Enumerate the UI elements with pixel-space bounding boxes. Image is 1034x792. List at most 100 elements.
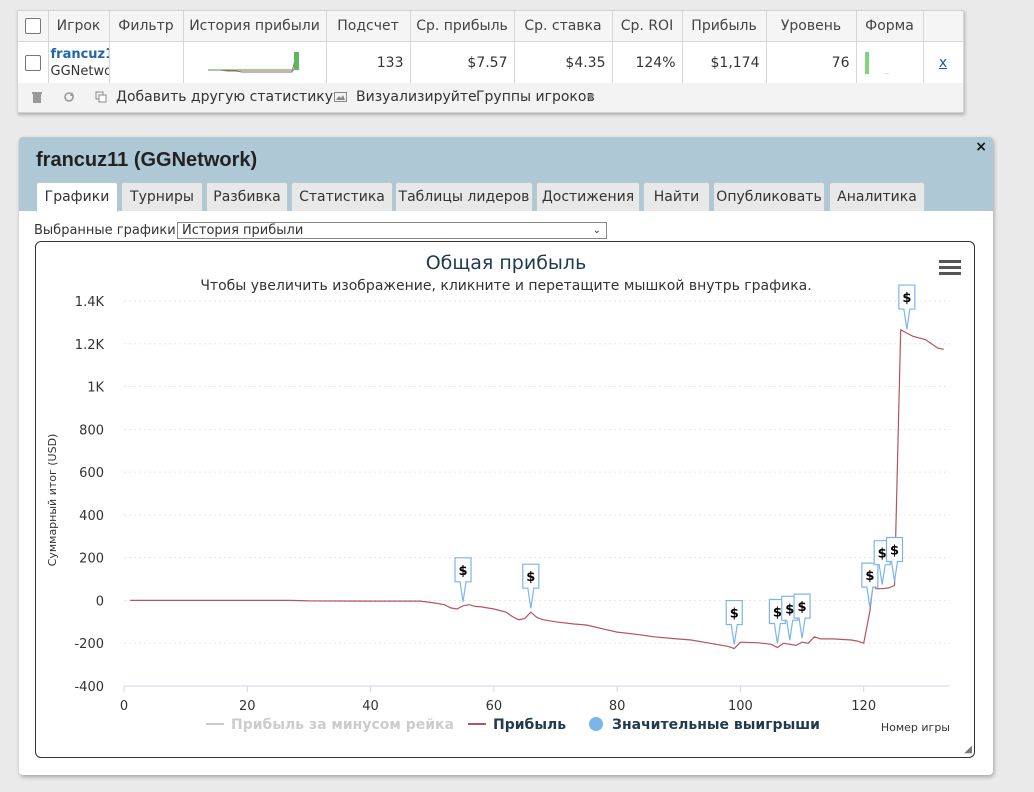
select-all-checkbox[interactable]: [24, 18, 41, 34]
big-win-label: $: [459, 564, 468, 579]
player-cell[interactable]: francuz11 GGNetwork: [48, 41, 110, 85]
big-win-label: $: [890, 543, 899, 558]
grid-lines: [124, 300, 950, 644]
remove-player-link[interactable]: x: [939, 55, 947, 71]
tab-publish[interactable]: Опубликовать: [713, 182, 825, 211]
big-win-label: $: [785, 602, 794, 617]
legend: Прибыль за минусом рейка Прибыль Значите…: [206, 717, 820, 733]
col-header-profit[interactable]: Прибыль: [682, 11, 767, 42]
sparkline-svg: [207, 52, 299, 73]
tab-achievements[interactable]: Достижения: [536, 182, 640, 211]
chart-menu-bar: [939, 272, 961, 275]
big-win-marker[interactable]: $: [793, 593, 811, 639]
legend-profit-label[interactable]: Прибыль: [493, 717, 566, 733]
y-tick-label: 1K: [87, 381, 104, 396]
avg-stake-cell: $4.35: [514, 41, 613, 85]
big-win-marker[interactable]: $: [898, 284, 916, 330]
player-groups-dropdown[interactable]: Группы игроков: [476, 89, 595, 105]
chart-menu-icon[interactable]: [939, 260, 961, 275]
x-tick-label: 120: [851, 699, 876, 714]
resize-grip-icon[interactable]: ◢: [964, 744, 972, 755]
x-axis-ticks: 0 20 40 60 80 100 120: [120, 686, 876, 714]
avg-profit-cell: $7.57: [410, 41, 515, 85]
legend-big-wins-label[interactable]: Значительные выигрыши: [612, 717, 820, 733]
x-tick-label: 80: [609, 699, 626, 714]
tab-find[interactable]: Найти: [643, 182, 710, 211]
sparkline-line: [207, 53, 296, 73]
big-win-marker[interactable]: $: [454, 557, 472, 602]
profit-cell: $1,174: [682, 41, 767, 85]
tab-graphs[interactable]: Графики: [36, 182, 118, 212]
col-header-count[interactable]: Подсчет: [326, 11, 411, 42]
big-win-label: $: [798, 600, 807, 615]
form-cell: [856, 41, 924, 85]
x-tick-label: 40: [362, 699, 379, 714]
big-win-marker[interactable]: $: [725, 599, 743, 645]
sparkline-win-bar: [293, 52, 299, 70]
tab-analytics[interactable]: Аналитика: [829, 182, 925, 211]
chart-container[interactable]: Общая прибыль Чтобы увеличить изображени…: [35, 241, 975, 758]
y-tick-label: 800: [79, 423, 104, 438]
big-win-label: $: [773, 606, 782, 621]
form-chart: [864, 52, 889, 74]
graph-select-label: Выбранные графики:: [34, 223, 181, 238]
x-tick-label: 20: [239, 699, 256, 714]
y-axis-title: Суммарный итог (USD): [46, 434, 59, 567]
tab-tournaments[interactable]: Турниры: [121, 182, 203, 211]
remove-cell[interactable]: x: [923, 41, 964, 85]
stats-table: Игрок Фильтр История прибыли Подсчет Ср.…: [18, 11, 964, 85]
y-tick-label: 400: [79, 509, 104, 524]
chevron-down-icon[interactable]: ▼: [587, 92, 599, 104]
legend-big-wins-swatch: [589, 717, 603, 731]
chevron-down-icon: ⌄: [592, 225, 601, 236]
x-tick-label: 0: [120, 699, 128, 714]
y-tick-label: -400: [74, 680, 104, 695]
y-tick-label: 1.2K: [75, 338, 105, 353]
stats-panel: Игрок Фильтр История прибыли Подсчет Ср.…: [17, 10, 964, 113]
row-checkbox-cell[interactable]: [18, 41, 49, 85]
visualize-button[interactable]: Визуализируйте: [356, 89, 477, 105]
player-name-link[interactable]: francuz11: [51, 46, 109, 63]
tab-leaderboards[interactable]: Таблицы лидеров: [395, 182, 533, 211]
y-tick-label: -200: [74, 637, 104, 652]
col-header-remove: [923, 11, 964, 42]
player-panel: francuz11 (GGNetwork) × Графики Турниры …: [19, 137, 993, 775]
big-win-label: $: [902, 291, 911, 306]
col-header-avg-roi[interactable]: Ср. ROI: [612, 11, 683, 42]
chart-title: Общая прибыль: [426, 252, 587, 274]
panel-title: francuz11 (GGNetwork): [36, 149, 258, 171]
tab-statistics[interactable]: Статистика: [291, 182, 393, 211]
big-win-marker[interactable]: $: [885, 536, 904, 582]
col-header-form[interactable]: Форма: [856, 11, 924, 42]
y-tick-label: 0: [96, 594, 104, 609]
graph-select-value: История прибыли: [182, 223, 304, 238]
x-tick-label: 100: [728, 699, 753, 714]
col-header-profit-history[interactable]: История прибыли: [183, 11, 327, 42]
add-stat-button[interactable]: Добавить другую статистику: [116, 89, 333, 105]
graph-select[interactable]: История прибыли ⌄: [177, 222, 607, 239]
col-header-filter[interactable]: Фильтр: [109, 11, 184, 42]
big-win-marker[interactable]: $: [522, 563, 540, 609]
player-network: GGNetwork: [50, 64, 109, 79]
col-header-player[interactable]: Игрок: [48, 11, 110, 42]
big-win-markers: $ $$ $ $ $$$ $$: [454, 284, 916, 645]
trash-icon[interactable]: [31, 91, 43, 103]
profit-history-sparkline: [183, 41, 327, 85]
tab-breakdown[interactable]: Разбивка: [206, 182, 288, 211]
avg-roi-cell: 124%: [612, 41, 683, 85]
row-checkbox[interactable]: [24, 55, 41, 71]
y-tick-label: 200: [79, 552, 104, 567]
profit-series-line: [130, 328, 944, 650]
duplicate-icon[interactable]: [95, 91, 107, 103]
profit-chart[interactable]: Общая прибыль Чтобы увеличить изображени…: [36, 242, 974, 757]
col-header-avg-stake[interactable]: Ср. ставка: [514, 11, 613, 42]
y-tick-label: 600: [79, 466, 104, 481]
form-tick: [884, 73, 889, 74]
select-all-header[interactable]: [18, 11, 49, 42]
refresh-icon[interactable]: [63, 91, 75, 103]
image-icon[interactable]: [334, 91, 347, 103]
legend-rake-label[interactable]: Прибыль за минусом рейка: [231, 717, 454, 733]
close-icon[interactable]: ×: [975, 139, 987, 155]
col-header-level[interactable]: Уровень: [766, 11, 857, 42]
col-header-avg-profit[interactable]: Ср. прибыль: [410, 11, 515, 42]
